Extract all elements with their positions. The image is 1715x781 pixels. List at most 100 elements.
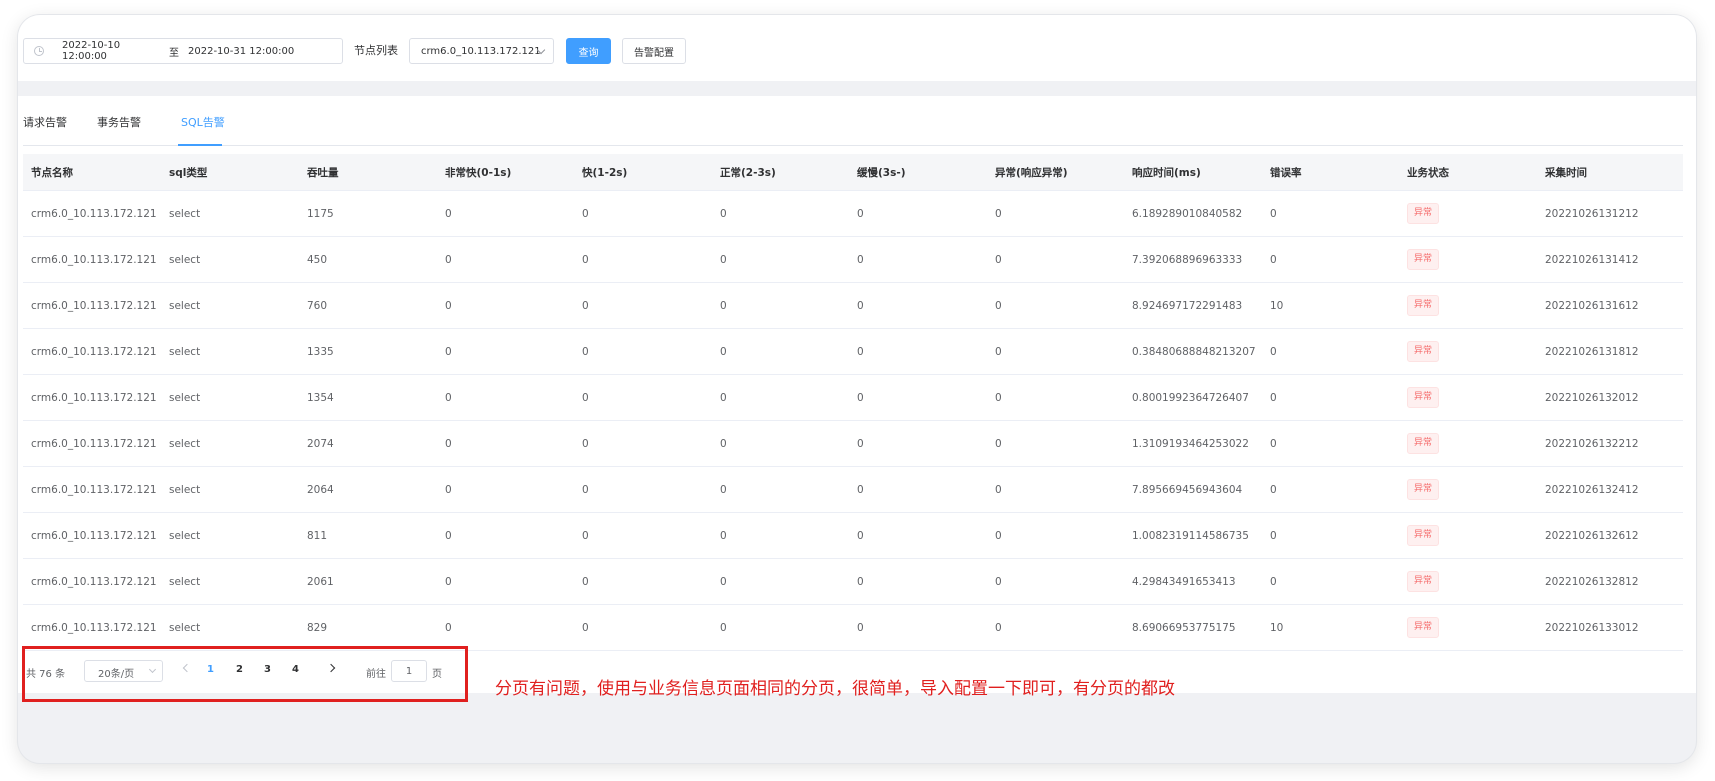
cell-fast: 0	[582, 345, 589, 358]
cell-response-time: 8.69066953775175	[1132, 621, 1236, 634]
cell-sql-type: select	[169, 253, 201, 266]
cell-node-name: crm6.0_10.113.172.121	[31, 391, 157, 404]
cell-sql-type: select	[169, 299, 201, 312]
cell-throughput: 2064	[307, 483, 334, 496]
alert-config-button[interactable]: 告警配置	[622, 38, 686, 64]
cell-collect-time: 20221026132212	[1545, 437, 1639, 450]
app-window: 2022-10-10 12:00:00 至 2022-10-31 12:00:0…	[18, 15, 1696, 763]
cell-response-time: 6.189289010840582	[1132, 207, 1243, 220]
cell-fast: 0	[582, 391, 589, 404]
cell-throughput: 1335	[307, 345, 334, 358]
cell-node-name: crm6.0_10.113.172.121	[31, 437, 157, 450]
query-button[interactable]: 查询	[566, 38, 611, 64]
cell-slow: 0	[857, 391, 864, 404]
status-badge: 异常	[1407, 341, 1440, 362]
cell-normal: 0	[720, 621, 727, 634]
date-start-input[interactable]: 2022-10-10 12:00:00	[62, 40, 164, 62]
cell-slow: 0	[857, 253, 864, 266]
table-row: crm6.0_10.113.172.121 select 2064 0 0 0 0 0 7.89…	[23, 467, 1683, 513]
cell-error-rate: 0	[1270, 253, 1277, 266]
cell-sql-type: select	[169, 437, 201, 450]
cell-normal: 0	[720, 299, 727, 312]
column-header-collect-time: 采集时间	[1545, 166, 1587, 179]
cell-abnormal: 0	[995, 391, 1002, 404]
cell-collect-time: 20221026131212	[1545, 207, 1639, 220]
cell-very-fast: 0	[445, 621, 452, 634]
column-header-very-fast: 非常快(0-1s)	[445, 166, 512, 179]
status-badge: 异常	[1407, 203, 1440, 224]
table-row: crm6.0_10.113.172.121 select 450 0 0 0 0 0 7.392…	[23, 237, 1683, 283]
status-badge: 异常	[1407, 479, 1440, 500]
cell-biz-status: 异常	[1407, 479, 1545, 500]
status-badge: 异常	[1407, 433, 1440, 454]
cell-error-rate: 0	[1270, 207, 1277, 220]
cell-error-rate: 0	[1270, 575, 1277, 588]
cell-response-time: 7.392068896963333	[1132, 253, 1243, 266]
cell-throughput: 811	[307, 529, 328, 542]
cell-normal: 0	[720, 575, 727, 588]
column-header-throughput: 吞吐量	[307, 166, 339, 179]
cell-biz-status: 异常	[1407, 295, 1545, 316]
cell-normal: 0	[720, 345, 727, 358]
cell-response-time: 0.38480688848213207	[1132, 345, 1256, 358]
cell-slow: 0	[857, 437, 864, 450]
sql-alert-table: 节点名称 sql类型 吞吐量 非常快(0-1s) 快(1-2s) 正常(2-3s) 缓慢(3…	[23, 154, 1683, 651]
cell-abnormal: 0	[995, 299, 1002, 312]
cell-abnormal: 0	[995, 253, 1002, 266]
status-badge: 异常	[1407, 571, 1440, 592]
cell-collect-time: 20221026133012	[1545, 621, 1639, 634]
date-end-input[interactable]: 2022-10-31 12:00:00	[188, 46, 298, 57]
node-select[interactable]: crm6.0_10.113.172.121	[409, 38, 554, 64]
cell-fast: 0	[582, 253, 589, 266]
cell-node-name: crm6.0_10.113.172.121	[31, 299, 157, 312]
tab-sql-alert[interactable]: SQL告警	[181, 116, 225, 130]
filter-bar: 2022-10-10 12:00:00 至 2022-10-31 12:00:0…	[18, 15, 1696, 81]
cell-very-fast: 0	[445, 345, 452, 358]
status-badge: 异常	[1407, 525, 1440, 546]
cell-very-fast: 0	[445, 299, 452, 312]
cell-error-rate: 0	[1270, 437, 1277, 450]
cell-normal: 0	[720, 437, 727, 450]
cell-biz-status: 异常	[1407, 433, 1545, 454]
tab-request-alert[interactable]: 请求告警	[23, 116, 67, 130]
cell-error-rate: 10	[1270, 299, 1284, 312]
cell-normal: 0	[720, 391, 727, 404]
main-panel: 请求告警 事务告警 SQL告警 节点名称 sql类型 吞吐量 非常快(0-1s) 快(1…	[18, 96, 1696, 693]
cell-very-fast: 0	[445, 529, 452, 542]
cell-slow: 0	[857, 345, 864, 358]
cell-normal: 0	[720, 483, 727, 496]
cell-biz-status: 异常	[1407, 571, 1545, 592]
cell-abnormal: 0	[995, 437, 1002, 450]
cell-abnormal: 0	[995, 529, 1002, 542]
cell-sql-type: select	[169, 483, 201, 496]
cell-biz-status: 异常	[1407, 617, 1545, 638]
cell-normal: 0	[720, 253, 727, 266]
table-row: crm6.0_10.113.172.121 select 2074 0 0 0 0 0 1.31…	[23, 421, 1683, 467]
cell-fast: 0	[582, 207, 589, 220]
annotation-text: 分页有问题，使用与业务信息页面相同的分页，很简单，导入配置一下即可，有分页的都改	[495, 679, 1175, 699]
cell-throughput: 2074	[307, 437, 334, 450]
cell-response-time: 0.8001992364726407	[1132, 391, 1249, 404]
date-separator: 至	[169, 47, 179, 59]
cell-very-fast: 0	[445, 253, 452, 266]
status-badge: 异常	[1407, 387, 1440, 408]
cell-sql-type: select	[169, 391, 201, 404]
cell-fast: 0	[582, 437, 589, 450]
cell-slow: 0	[857, 529, 864, 542]
column-header-fast: 快(1-2s)	[582, 166, 628, 179]
status-badge: 异常	[1407, 295, 1440, 316]
cell-sql-type: select	[169, 575, 201, 588]
tab-transaction-alert[interactable]: 事务告警	[97, 116, 141, 130]
clock-icon	[34, 46, 44, 56]
cell-node-name: crm6.0_10.113.172.121	[31, 529, 157, 542]
cell-sql-type: select	[169, 345, 201, 358]
date-range-picker[interactable]: 2022-10-10 12:00:00 至 2022-10-31 12:00:0…	[23, 38, 343, 64]
cell-collect-time: 20221026132412	[1545, 483, 1639, 496]
cell-throughput: 1175	[307, 207, 334, 220]
cell-throughput: 450	[307, 253, 328, 266]
annotation-box	[22, 646, 468, 702]
cell-slow: 0	[857, 575, 864, 588]
table-row: crm6.0_10.113.172.121 select 829 0 0 0 0 0 8.690…	[23, 605, 1683, 651]
column-header-biz-status: 业务状态	[1407, 166, 1449, 179]
cell-slow: 0	[857, 621, 864, 634]
